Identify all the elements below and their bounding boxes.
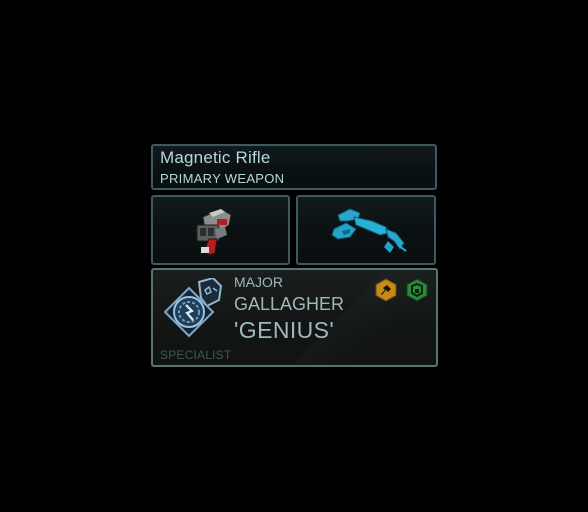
item-slot-2[interactable] (296, 195, 436, 265)
hacking-ability-icon (375, 278, 397, 302)
specialist-class-emblem-icon (163, 278, 223, 338)
weapon-header-panel[interactable]: Magnetic Rifle PRIMARY WEAPON (151, 144, 437, 190)
loadout-screen: Magnetic Rifle PRIMARY WEAPON MAJOR GALL… (0, 0, 588, 512)
grenade-launcher-icon (196, 208, 232, 256)
soldier-class-label: SPECIALIST (160, 348, 232, 362)
soldier-rank: MAJOR (234, 274, 283, 290)
item-slot-1[interactable] (151, 195, 290, 265)
soldier-card[interactable]: MAJOR GALLAGHER 'GENIUS' SPECIALIST (151, 268, 438, 367)
arc-thrower-icon (331, 208, 407, 253)
soldier-nickname: 'GENIUS' (234, 317, 335, 343)
combat-protocol-ability-icon (406, 278, 428, 302)
weapon-slot-label: PRIMARY WEAPON (160, 171, 285, 186)
weapon-name: Magnetic Rifle (160, 148, 271, 167)
soldier-last-name: GALLAGHER (234, 294, 345, 314)
